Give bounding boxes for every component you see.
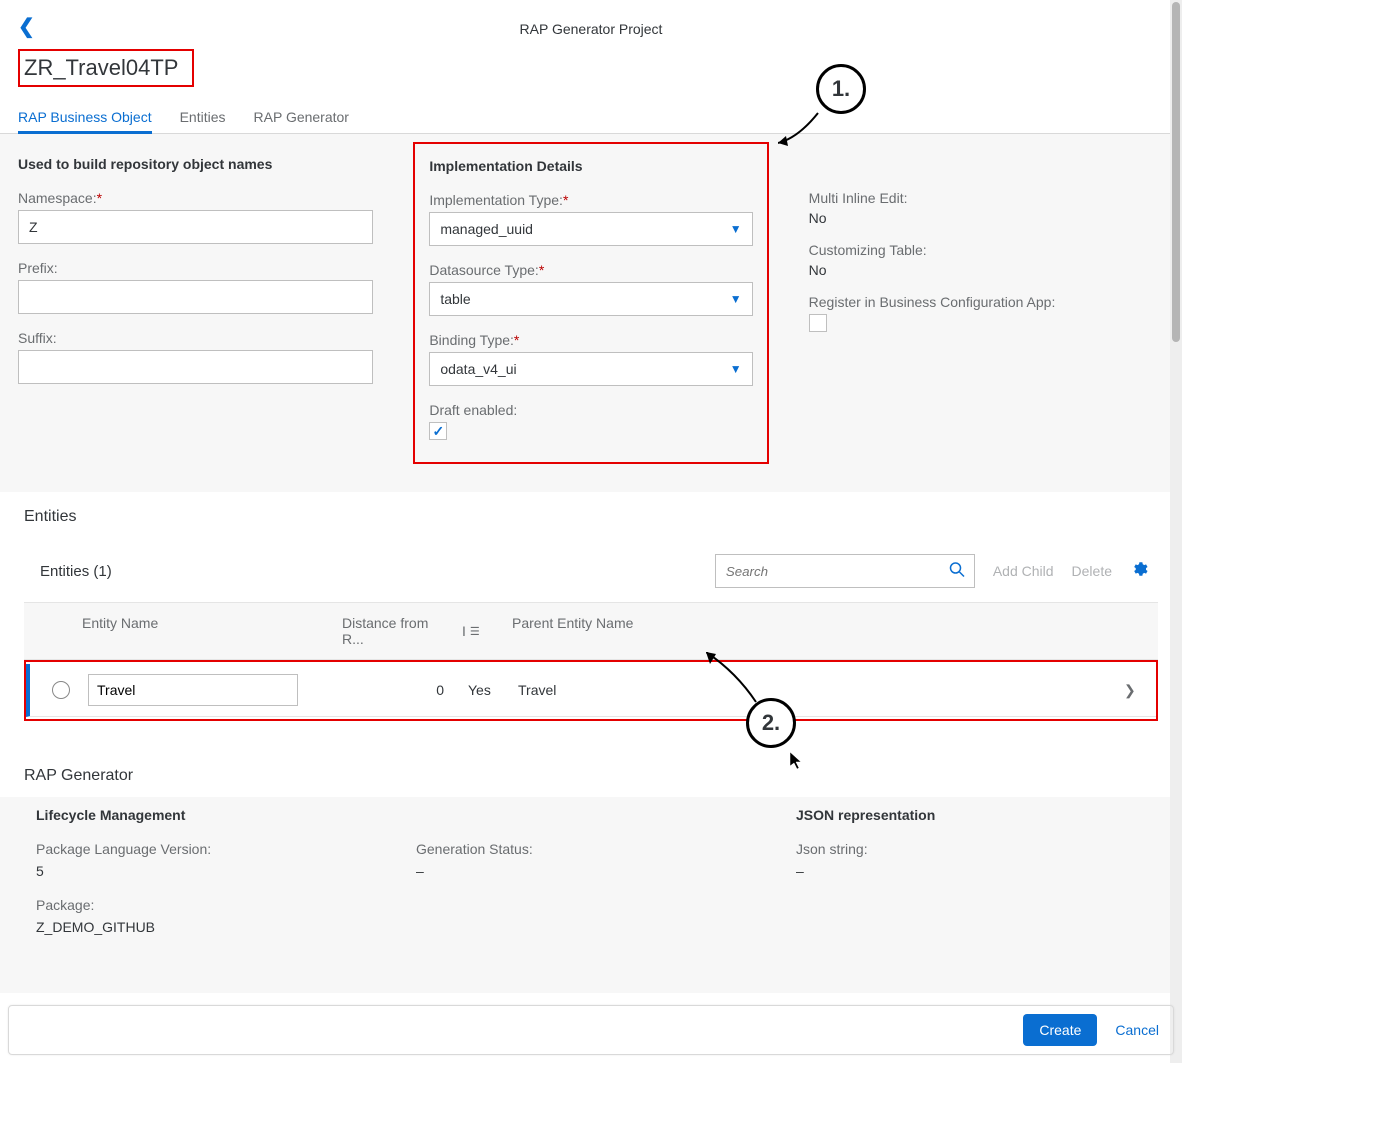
chevron-down-icon: ▼ [730, 292, 742, 306]
parent-cell: Travel [510, 672, 1116, 708]
namespace-input[interactable] [18, 210, 373, 244]
binding-type-select[interactable]: odata_v4_ui ▼ [429, 352, 752, 386]
impl-type-label: Implementation Type:* [429, 192, 752, 208]
scrollbar-thumb[interactable] [1172, 2, 1180, 342]
annotation-callout-2: 2. [746, 698, 796, 748]
page-title: RAP Generator Project [18, 21, 1164, 37]
pkg-lang-label: Package Language Version: [36, 841, 386, 857]
is-root-cell: Yes [460, 672, 510, 708]
entities-search-input[interactable] [715, 554, 975, 588]
cust-table-value: No [809, 262, 1164, 278]
binding-type-label: Binding Type:* [429, 332, 752, 348]
json-value: – [796, 863, 1146, 879]
chevron-right-icon[interactable]: ❯ [1124, 682, 1136, 699]
add-child-button[interactable]: Add Child [993, 563, 1054, 579]
tab-rap-business-object[interactable]: RAP Business Object [18, 103, 152, 134]
names-section-title: Used to build repository object names [18, 156, 373, 172]
col-entity-name[interactable]: Entity Name [74, 603, 334, 659]
delete-button[interactable]: Delete [1072, 563, 1112, 579]
tab-rap-generator[interactable]: RAP Generator [254, 103, 349, 133]
object-title: ZR_Travel04TP [18, 49, 194, 87]
gen-status-label: Generation Status: [416, 841, 766, 857]
multi-inline-label: Multi Inline Edit: [809, 190, 1164, 206]
pkg-lang-value: 5 [36, 863, 386, 879]
draft-checkbox[interactable]: ✓ [429, 422, 447, 440]
ds-type-label: Datasource Type:* [429, 262, 752, 278]
col-parent[interactable]: Parent Entity Name [504, 603, 1118, 659]
register-checkbox[interactable] [809, 314, 827, 332]
gen-status-value: – [416, 863, 766, 879]
back-button[interactable]: ❮ [18, 14, 35, 39]
impl-type-value: managed_uuid [440, 221, 533, 237]
binding-type-value: odata_v4_ui [440, 361, 516, 377]
register-label: Register in Business Configuration App: [809, 294, 1164, 310]
mouse-cursor-icon [790, 752, 804, 770]
pkg-value: Z_DEMO_GITHUB [36, 919, 386, 935]
chevron-down-icon: ▼ [730, 222, 742, 236]
suffix-input[interactable] [18, 350, 373, 384]
col-distance[interactable]: Distance from R... [334, 603, 454, 659]
rap-generator-section-title: RAP Generator [0, 745, 1182, 797]
json-title: JSON representation [796, 807, 1146, 823]
annotation-callout-1: 1. [816, 64, 866, 114]
lifecycle-title: Lifecycle Management [36, 807, 386, 823]
table-row[interactable]: 0 Yes Travel ❯ [26, 664, 1156, 717]
ds-type-value: table [440, 291, 470, 307]
pkg-label: Package: [36, 897, 386, 913]
impl-type-select[interactable]: managed_uuid ▼ [429, 212, 752, 246]
create-button[interactable]: Create [1023, 1014, 1097, 1046]
cancel-button[interactable]: Cancel [1115, 1022, 1159, 1038]
col-is-root[interactable]: I ☰ [454, 603, 504, 659]
gear-icon[interactable] [1130, 560, 1148, 583]
prefix-input[interactable] [18, 280, 373, 314]
row-radio[interactable] [52, 681, 70, 699]
draft-label: Draft enabled: [429, 402, 752, 418]
suffix-label: Suffix: [18, 330, 373, 346]
entities-table-title: Entities (1) [40, 563, 112, 580]
ds-type-select[interactable]: table ▼ [429, 282, 752, 316]
impl-section-title: Implementation Details [429, 158, 752, 174]
namespace-label: Namespace:* [18, 190, 373, 206]
multi-inline-value: No [809, 210, 1164, 226]
prefix-label: Prefix: [18, 260, 373, 276]
tab-entities[interactable]: Entities [180, 103, 226, 133]
distance-cell: 0 [340, 672, 460, 708]
scrollbar[interactable] [1170, 0, 1182, 1063]
search-icon[interactable] [949, 562, 965, 581]
entity-name-input[interactable] [88, 674, 298, 706]
sort-icon: ☰ [470, 625, 480, 638]
entities-section-title: Entities [0, 508, 1182, 536]
json-label: Json string: [796, 841, 1146, 857]
chevron-down-icon: ▼ [730, 362, 742, 376]
annotation-line-1 [778, 108, 828, 148]
cust-table-label: Customizing Table: [809, 242, 1164, 258]
tab-bar: RAP Business Object Entities RAP Generat… [0, 103, 1182, 134]
entities-table: Entity Name Distance from R... I ☰ Paren… [24, 602, 1158, 721]
